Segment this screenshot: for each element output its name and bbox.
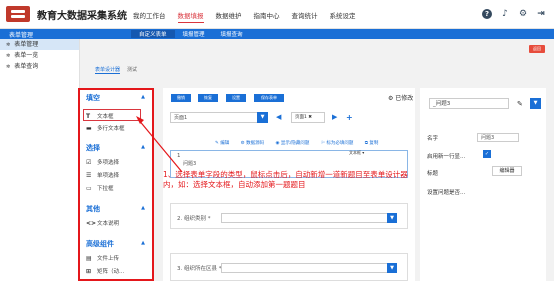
modified-status: ⚙ 已修改 (388, 95, 414, 102)
prop-label-title: 标题 (427, 171, 439, 177)
editor-button[interactable]: 编辑器 (492, 166, 522, 176)
gear-icon: ✲ (6, 53, 11, 59)
undo-button[interactable]: 撤销 (171, 94, 191, 102)
pencil-icon[interactable]: ✎ (517, 100, 523, 108)
tab-fill-query[interactable]: 填报查询 (213, 30, 251, 38)
nav-item-workbench[interactable]: 我的工作台 (133, 10, 166, 23)
help-icon[interactable]: ? (482, 9, 492, 19)
chevron-up-icon[interactable]: ▲ (141, 144, 145, 150)
add-page-icon[interactable]: + (346, 113, 353, 122)
toolbox-panel: 填空 ▲ T 文本框 ▬ 多行文本框 选择 ▲ ☑ 多项选择 ☰ 单项选择 ▭ 下拉框 其… (78, 88, 154, 281)
chevron-down-icon: ▼ (387, 213, 397, 223)
save-form-button[interactable]: 保存表单 (254, 94, 284, 102)
gear-icon: ✲ (6, 64, 11, 70)
group-advanced: 高级组件 (86, 240, 114, 248)
checkbox-icon: ☑ (86, 159, 92, 166)
settings-button[interactable]: 设置 (226, 94, 246, 102)
nav-item-settings[interactable]: 系统设定 (330, 10, 356, 23)
chevron-up-icon[interactable]: ▲ (141, 240, 145, 246)
sidebar-item-form-query[interactable]: ✲ 表单查询 (0, 61, 79, 72)
tool-file-upload[interactable]: ▤ 文件上传 (86, 254, 119, 262)
required-action[interactable]: ⚐ 标为必填问题 (321, 141, 358, 146)
edit-action[interactable]: ✎ 编辑 (215, 141, 234, 146)
properties-panel: _问题3 ✎ ▼ 名字 问题3 启用新一行显... ✓ 标题 编辑器 设置问题是… (420, 88, 546, 281)
prop-name-input[interactable]: 问题3 (477, 133, 519, 142)
tab-fill-manage[interactable]: 填报管理 (175, 30, 213, 38)
chevron-down-icon: ▼ (257, 112, 268, 123)
top-bar: 教育大数据采集系统 我的工作台 数据填报 数据维护 指南中心 查询统计 系统设定… (0, 0, 554, 29)
newline-checkbox[interactable]: ✓ (483, 150, 491, 158)
next-page-icon[interactable]: ▶ (332, 113, 337, 121)
matrix-icon: ⊞ (86, 268, 92, 275)
dropdown-icon: ▭ (86, 185, 92, 192)
logout-icon[interactable]: ⇥ (536, 9, 546, 19)
nav-item-guide[interactable]: 指南中心 (254, 10, 280, 23)
page-tab[interactable]: 页面1 ✖ (291, 112, 325, 123)
property-select[interactable]: _问题3 (429, 98, 509, 109)
gear-icon[interactable]: ⚙ (518, 9, 528, 19)
copy-action[interactable]: ⧉ 复制 (365, 141, 384, 146)
gear-icon: ✲ (6, 42, 11, 48)
question-type-select[interactable]: 文本框 ▾ (349, 150, 395, 157)
comment-icon: ▬ (86, 125, 92, 132)
datasource-action[interactable]: ⚙ 数据源码 (241, 141, 269, 146)
tool-text-desc[interactable]: <>文本说明 (86, 219, 119, 227)
chevron-up-icon[interactable]: ▲ (141, 205, 145, 211)
select-field[interactable]: ▼ (221, 263, 397, 273)
sidebar: ✲ 表单管理 ✲ 表单一览 ✲ 表单查询 (0, 39, 80, 281)
nav-item-data-entry[interactable]: 数据填报 (177, 10, 204, 23)
page-select[interactable]: 页面1 ▼ (170, 112, 268, 123)
tool-multi-choice[interactable]: ☑ 多项选择 (86, 158, 119, 166)
question-card[interactable]: 3. 组织所在区县 * ▼ (170, 253, 408, 281)
question-number: 2. 组织类别 * (177, 216, 211, 222)
tool-dropdown[interactable]: ▭ 下拉框 (86, 184, 114, 192)
prop-label-newline: 启用新一行显... (427, 154, 466, 160)
code-icon: <> (86, 220, 97, 227)
instruction-annotation: 1、选择表单字段的类型，鼠标点击后，自动新增一道新题目至表单设计器内，如：选择文… (163, 170, 408, 189)
nav-item-query[interactable]: 查询统计 (292, 10, 318, 23)
tool-textbox[interactable]: T 文本框 (86, 112, 114, 120)
question-title: 问题3 (183, 161, 197, 167)
toggle-visibility-action[interactable]: ◉ 显示/隐藏问题 (276, 141, 315, 146)
top-nav: 我的工作台 数据填报 数据维护 指南中心 查询统计 系统设定 (133, 10, 356, 23)
tool-multiline[interactable]: ▬ 多行文本框 (86, 124, 125, 132)
tab-test[interactable]: 测试 (127, 66, 137, 74)
app-title: 教育大数据采集系统 (37, 11, 127, 22)
group-select: 选择 (86, 144, 100, 152)
chevron-down-icon: ▼ (387, 263, 397, 273)
group-fill: 填空 (86, 94, 100, 102)
sidebar-item-form-manage[interactable]: ✲ 表单管理 (0, 39, 79, 50)
chevron-up-icon[interactable]: ▲ (141, 94, 145, 100)
text-icon: T (86, 113, 91, 120)
sub-bar-label: 表单管理 (9, 32, 34, 39)
select-field[interactable]: ▼ (221, 213, 397, 223)
group-other: 其他 (86, 205, 100, 213)
file-icon: ▤ (86, 255, 92, 262)
prop-label-name: 名字 (427, 136, 439, 142)
back-button[interactable]: 返回 (529, 45, 545, 53)
prev-page-icon[interactable]: ◀ (276, 113, 281, 121)
question-card[interactable]: 2. 组织类别 * ▼ (170, 203, 408, 229)
question-actions: ✎ 编辑 ⚙ 数据源码 ◉ 显示/隐藏问题 ⚐ 标为必填问题 ⧉ 复制 (215, 140, 388, 146)
sidebar-item-form-list[interactable]: ✲ 表单一览 (0, 50, 79, 61)
tab-custom-form[interactable]: 自定义表单 (131, 30, 175, 38)
redo-button[interactable]: 恢复 (198, 94, 218, 102)
tool-matrix[interactable]: ⊞ 矩阵（动... (86, 267, 124, 275)
question-number: 3. 组织所在区县 * (177, 266, 222, 272)
chevron-down-icon[interactable]: ▼ (530, 98, 541, 109)
nav-item-maintenance[interactable]: 数据维护 (216, 10, 242, 23)
prop-label-visibility: 设置问题是否... (427, 190, 466, 196)
sub-bar: 表单管理 自定义表单 填报管理 填报查询 (0, 29, 554, 39)
list-icon: ☰ (86, 172, 92, 179)
app-logo (6, 6, 30, 22)
question-number: 1 (177, 153, 181, 159)
tool-single-choice[interactable]: ☰ 单项选择 (86, 171, 119, 179)
tab-form-designer[interactable]: 表单设计器 (95, 66, 121, 74)
bell-icon[interactable]: ♪ (500, 9, 510, 19)
